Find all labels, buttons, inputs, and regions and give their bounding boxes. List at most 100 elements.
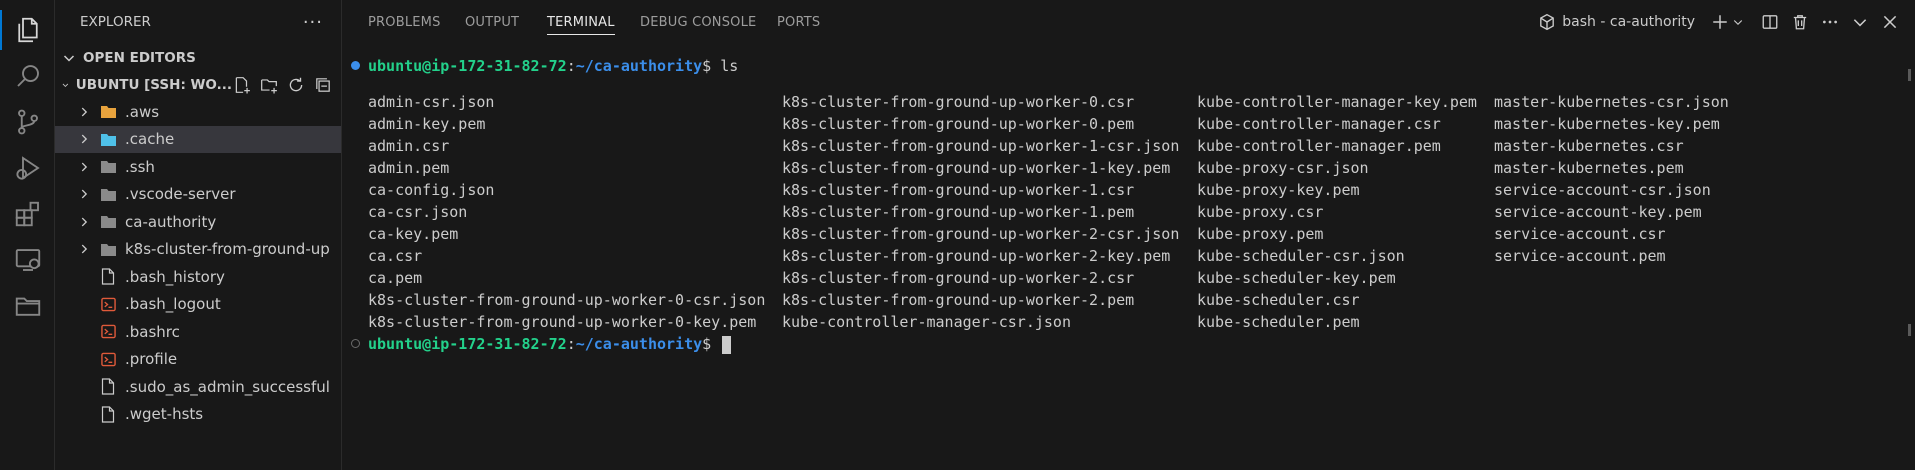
tree-item-label: .vscode-server (125, 185, 236, 204)
ls-entry: kube-controller-manager.pem (1197, 137, 1441, 155)
ls-entry: k8s-cluster-from-ground-up-worker-2-csr.… (782, 225, 1180, 243)
ls-entry: kube-proxy-key.pem (1197, 181, 1360, 199)
ls-entry: service-account.pem (1494, 247, 1666, 265)
tab-debug-console[interactable]: DEBUG CONSOLE (640, 0, 756, 44)
search-icon[interactable] (0, 52, 55, 100)
explorer-title: EXPLORER (80, 14, 151, 30)
collapse-all-icon[interactable] (313, 75, 333, 95)
explorer-sidebar: EXPLORER ··· OPEN EDITORS UBUNTU [SSH: W… (55, 0, 342, 470)
ls-entry: k8s-cluster-from-ground-up-worker-0.csr (782, 93, 1135, 111)
open-editors-label: OPEN EDITORS (83, 49, 196, 66)
scrollbar-marker[interactable] (1908, 324, 1911, 336)
file-tree: .aws .cache .ssh .vscode-server ca-authority… (55, 98, 341, 428)
chevron-right-icon (81, 244, 88, 254)
tab-output[interactable]: OUTPUT (465, 0, 519, 44)
tree-item[interactable]: .vscode-server (55, 181, 341, 209)
more-actions-icon[interactable]: ··· (303, 12, 323, 33)
workspace-label: UBUNTU [SSH: WO... (75, 76, 232, 93)
ls-entry: k8s-cluster-from-ground-up-worker-1.csr (782, 181, 1135, 199)
more-actions-icon[interactable] (1817, 9, 1843, 35)
tree-item-label: .wget-hsts (125, 405, 204, 424)
refresh-icon[interactable] (286, 75, 306, 95)
source-control-icon[interactable] (0, 98, 55, 146)
tree-item[interactable]: .ssh (55, 153, 341, 181)
ls-entry: k8s-cluster-from-ground-up-worker-1-csr.… (782, 137, 1180, 155)
tree-item[interactable]: .aws (55, 98, 341, 126)
prompt-line: ubuntu@ip-172-31-82-72:~/ca-authority$ l… (368, 55, 738, 77)
ls-entry: kube-proxy.csr (1197, 203, 1324, 221)
tree-item[interactable]: ca-authority (55, 208, 341, 236)
ls-entry: ca.pem (368, 269, 423, 287)
ls-entry: ca-csr.json (368, 203, 468, 221)
terminal-cursor (722, 335, 732, 354)
ls-column-4: master-kubernetes-csr.json master-kuberne… (1494, 91, 1729, 267)
workspace-section[interactable]: UBUNTU [SSH: WO... (55, 71, 341, 98)
prompt-separator: : (566, 57, 576, 75)
tree-item[interactable]: .bash_history (55, 263, 341, 291)
prompt-suffix: $ (702, 335, 721, 353)
terminal-selector[interactable]: bash - ca-authority (1538, 13, 1695, 31)
tab-problems[interactable]: PROBLEMS (368, 0, 441, 44)
ls-entry: admin.csr (368, 137, 450, 155)
prompt-separator: : (566, 335, 576, 353)
ls-entry: k8s-cluster-from-ground-up-worker-1-key.… (782, 159, 1171, 177)
tree-item-label: k8s-cluster-from-ground-up (125, 240, 330, 259)
chevron-right-icon (81, 162, 88, 172)
ls-column-3: kube-controller-manager-key.pem kube-cont… (1197, 91, 1477, 333)
ls-entry: kube-scheduler.csr (1197, 291, 1360, 309)
ls-entry: ca-config.json (368, 181, 495, 199)
tree-item[interactable]: .bash_logout (55, 291, 341, 319)
chevron-down-icon[interactable] (1731, 9, 1745, 35)
ls-entry: kube-proxy-csr.json (1197, 159, 1369, 177)
tab-ports[interactable]: PORTS (777, 0, 820, 44)
command-pending-icon (351, 339, 360, 348)
ls-entry: master-kubernetes.pem (1494, 159, 1684, 177)
tree-item[interactable]: .wget-hsts (55, 401, 341, 429)
tree-item[interactable]: .cache (55, 125, 341, 153)
chevron-down-icon[interactable] (1847, 9, 1873, 35)
prompt-user: ubuntu@ip-172-31-82-72 (368, 335, 567, 353)
tree-item-label: .bash_history (125, 267, 225, 286)
ls-entry: kube-scheduler-csr.json (1197, 247, 1405, 265)
explorer-icon[interactable] (0, 6, 55, 54)
tab-terminal[interactable]: TERMINAL (547, 0, 615, 44)
terminal-view[interactable]: ubuntu@ip-172-31-82-72:~/ca-authority$ l… (342, 44, 1915, 470)
ls-entry: k8s-cluster-from-ground-up-worker-1.pem (782, 203, 1135, 221)
new-file-icon[interactable] (232, 75, 252, 95)
ls-entry: master-kubernetes-key.pem (1494, 115, 1720, 133)
folder-icon (99, 158, 117, 176)
file-icon (99, 378, 117, 396)
ls-entry: k8s-cluster-from-ground-up-worker-2.pem (782, 291, 1135, 309)
tree-item[interactable]: .sudo_as_admin_successful (55, 373, 341, 401)
folder-icon (99, 185, 117, 203)
new-folder-icon[interactable] (259, 75, 279, 95)
new-terminal-icon[interactable] (1707, 9, 1733, 35)
split-terminal-icon[interactable] (1757, 9, 1783, 35)
open-editors-section[interactable]: OPEN EDITORS (55, 44, 341, 71)
close-icon[interactable] (1877, 9, 1903, 35)
tree-item-label: .profile (125, 350, 178, 369)
ls-entry: k8s-cluster-from-ground-up-worker-0.pem (782, 115, 1135, 133)
extensions-icon[interactable] (0, 190, 55, 238)
tree-item-label: ca-authority (125, 212, 217, 231)
trash-icon[interactable] (1787, 9, 1813, 35)
chevron-right-icon (81, 107, 88, 117)
tree-item-label: .aws (125, 102, 160, 121)
tree-item[interactable]: k8s-cluster-from-ground-up (55, 236, 341, 264)
terminal-bash-icon (1540, 13, 1555, 31)
panel-header: PROBLEMS OUTPUT TERMINAL DEBUG CONSOLE P… (342, 0, 1915, 44)
run-debug-icon[interactable] (0, 144, 55, 192)
shell-file-icon (99, 295, 117, 313)
file-icon (99, 268, 117, 286)
active-prompt-line: ubuntu@ip-172-31-82-72:~/ca-authority$ (368, 333, 732, 355)
ls-entry: service-account.csr (1494, 225, 1666, 243)
remote-explorer-icon[interactable] (0, 236, 55, 284)
scrollbar-marker[interactable] (1908, 69, 1911, 81)
shell-file-icon (99, 350, 117, 368)
tree-item[interactable]: .bashrc (55, 318, 341, 346)
project-manager-icon[interactable] (0, 282, 55, 330)
ls-column-1: admin-csr.json admin-key.pem admin.csr admi… (368, 91, 765, 333)
ls-entry: k8s-cluster-from-ground-up-worker-2-key.… (782, 247, 1171, 265)
tree-item[interactable]: .profile (55, 346, 341, 374)
ls-entry: kube-proxy.pem (1197, 225, 1324, 243)
